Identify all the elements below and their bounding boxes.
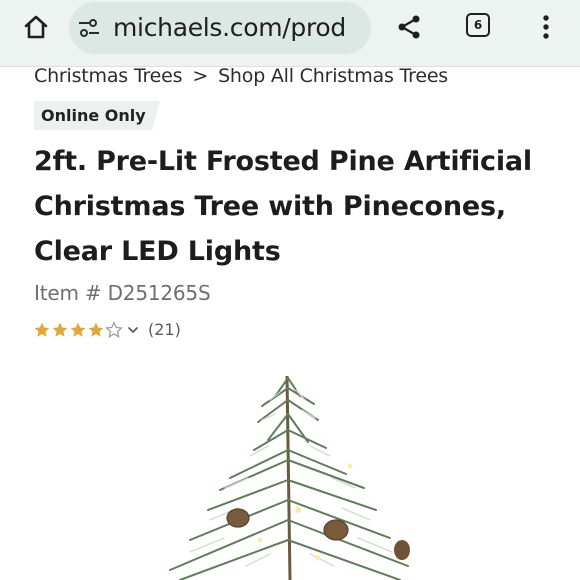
more-vert-icon bbox=[543, 15, 549, 39]
breadcrumb-link-christmas-trees[interactable]: Christmas Trees bbox=[34, 65, 183, 87]
review-count[interactable]: (21) bbox=[148, 320, 181, 339]
star-filled-icon bbox=[88, 322, 104, 337]
page-info-icon[interactable] bbox=[77, 17, 101, 39]
star-filled-icon bbox=[70, 322, 86, 337]
rating-summary[interactable]: (21) bbox=[33, 320, 181, 339]
badge-label: Online Only bbox=[41, 106, 146, 125]
browser-toolbar: michaels.com/prod 6 bbox=[0, 0, 580, 67]
breadcrumb-separator: > bbox=[192, 65, 209, 87]
url-text: michaels.com/prod bbox=[113, 13, 346, 42]
product-image[interactable] bbox=[150, 370, 430, 580]
tabs-button[interactable]: 6 bbox=[466, 13, 490, 37]
online-only-badge: Online Only bbox=[34, 101, 160, 130]
star-empty-icon bbox=[105, 320, 123, 338]
chevron-down-icon bbox=[128, 326, 138, 333]
tab-count: 6 bbox=[473, 18, 483, 32]
breadcrumb-link-shop-all[interactable]: Shop All Christmas Trees bbox=[218, 65, 448, 87]
rating-stars bbox=[33, 320, 123, 339]
address-bar[interactable]: michaels.com/prod bbox=[69, 2, 371, 54]
star-filled-icon bbox=[52, 322, 68, 337]
share-icon bbox=[398, 15, 420, 39]
breadcrumb: Christmas Trees > Shop All Christmas Trees bbox=[34, 65, 448, 87]
star-filled-icon bbox=[34, 322, 50, 337]
item-number: Item # D251265S bbox=[34, 281, 211, 305]
home-button[interactable] bbox=[16, 9, 56, 45]
product-title: 2ft. Pre-Lit Frosted Pine Artificial Chr… bbox=[34, 146, 532, 267]
tree-icon bbox=[169, 375, 410, 580]
home-icon bbox=[24, 15, 48, 39]
more-menu-button[interactable] bbox=[534, 10, 558, 44]
share-button[interactable] bbox=[392, 10, 426, 44]
